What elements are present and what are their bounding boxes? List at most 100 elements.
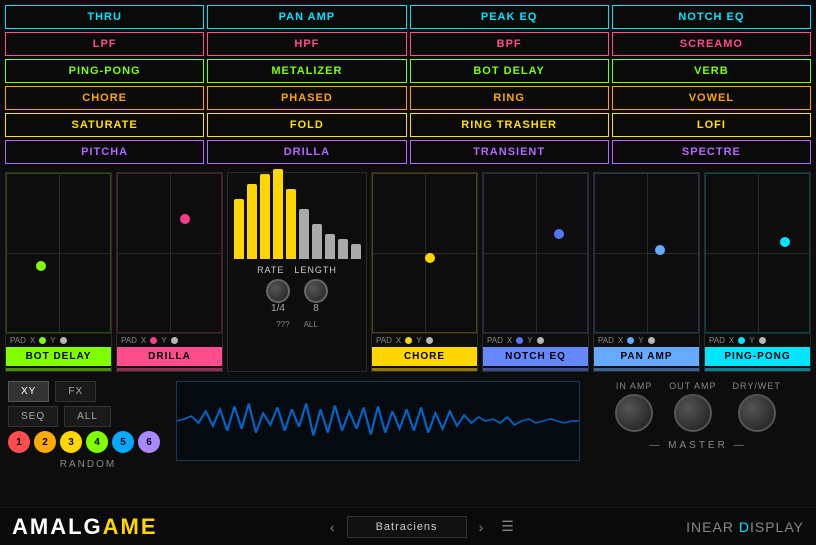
effect-btn-lpf[interactable]: LPF <box>5 32 204 56</box>
effect-btn-pan-amp[interactable]: PAN AMP <box>207 5 406 29</box>
effect-btn-vowel[interactable]: VOWEL <box>612 86 811 110</box>
seq-bar-3[interactable] <box>273 169 283 259</box>
menu-button[interactable]: ☰ <box>495 516 520 537</box>
pad-y-dot-4 <box>648 337 655 344</box>
num-btn-3[interactable]: 3 <box>60 431 82 453</box>
effect-btn-saturate[interactable]: SATURATE <box>5 113 204 137</box>
out-amp-knob[interactable] <box>674 394 712 432</box>
pad-x-label-1: X <box>141 336 146 345</box>
pad-label-bar-5[interactable]: PING-PONG <box>705 347 810 366</box>
seq-bar-2[interactable] <box>260 174 270 259</box>
pad-x-label-2: X <box>396 336 401 345</box>
pad-dot-0 <box>36 261 46 271</box>
pad-label-0: PAD <box>10 336 26 345</box>
master-section: IN AMP OUT AMP DRY/WET — MASTER — <box>588 381 808 451</box>
effect-btn-ring[interactable]: RING <box>410 86 609 110</box>
pad-xy-area-2[interactable] <box>372 173 477 333</box>
pad-label-bar-0[interactable]: BOT DELAY <box>6 347 111 366</box>
seq-bar-5[interactable] <box>299 209 309 259</box>
num-btn-4[interactable]: 4 <box>86 431 108 453</box>
seq-bar-8[interactable] <box>338 239 348 259</box>
out-amp-label: OUT AMP <box>669 381 716 391</box>
bottom-area: XY FX SEQ ALL 123456 RANDOM IN AMP OUT A… <box>0 377 816 507</box>
seq-button[interactable]: SEQ <box>8 406 58 427</box>
pad-y-dot-3 <box>537 337 544 344</box>
all-button[interactable]: ALL <box>64 406 111 427</box>
effect-btn-chore[interactable]: CHORE <box>5 86 204 110</box>
random-label: RANDOM <box>8 459 168 470</box>
brand-part2: AME <box>103 514 158 539</box>
effect-btn-screamo[interactable]: SCREAMO <box>612 32 811 56</box>
seq-bar-7[interactable] <box>325 234 335 259</box>
pad-xy-area-1[interactable] <box>117 173 222 333</box>
effect-btn-notch-eq[interactable]: NOTCH EQ <box>612 5 811 29</box>
preset-name[interactable]: Batraciens <box>347 516 467 538</box>
seq-bar-4[interactable] <box>286 189 296 259</box>
pad-y-label-1: Y <box>161 336 166 345</box>
rate-knob[interactable] <box>266 279 290 303</box>
effect-btn-ping-pong[interactable]: PING-PONG <box>5 59 204 83</box>
effect-btn-drilla[interactable]: DRILLA <box>207 140 406 164</box>
next-preset-button[interactable]: › <box>473 517 490 537</box>
effect-btn-phased[interactable]: PHASED <box>207 86 406 110</box>
seq-bar-9[interactable] <box>351 244 361 259</box>
pad-progress-5 <box>705 368 810 371</box>
master-label: — MASTER — <box>649 440 746 451</box>
pad-x-dot-4 <box>627 337 634 344</box>
mode-row-1: XY FX <box>8 381 168 402</box>
pad-xy-area-5[interactable] <box>705 173 810 333</box>
pad-footer-3: PAD X Y <box>483 333 588 347</box>
effect-btn-pitcha[interactable]: PITCHA <box>5 140 204 164</box>
effect-btn-verb[interactable]: VERB <box>612 59 811 83</box>
length-knob[interactable] <box>304 279 328 303</box>
brand-name: AMALGAME <box>12 514 158 540</box>
effect-btn-metalizer[interactable]: METALIZER <box>207 59 406 83</box>
pad-xy-area-4[interactable] <box>594 173 699 333</box>
dry-wet-group: DRY/WET <box>733 381 781 432</box>
pad-y-dot-2 <box>426 337 433 344</box>
effect-btn-lofi[interactable]: LOFI <box>612 113 811 137</box>
pad-y-dot-5 <box>759 337 766 344</box>
seq-bars <box>234 179 361 259</box>
pad-label-bar-4[interactable]: PAN AMP <box>594 347 699 366</box>
pad-dot-5 <box>780 237 790 247</box>
effect-btn-spectre[interactable]: SPECTRE <box>612 140 811 164</box>
num-btn-2[interactable]: 2 <box>34 431 56 453</box>
seq-bar-6[interactable] <box>312 224 322 259</box>
nav-center: ‹ Batraciens › ☰ <box>324 516 520 538</box>
seq-bar-1[interactable] <box>247 184 257 259</box>
effect-btn-hpf[interactable]: HPF <box>207 32 406 56</box>
seq-sub2: ALL <box>304 320 318 329</box>
prev-preset-button[interactable]: ‹ <box>324 517 341 537</box>
pad-progress-4 <box>594 368 699 371</box>
effect-btn-ring-trasher[interactable]: RING TRASHER <box>410 113 609 137</box>
num-btn-5[interactable]: 5 <box>112 431 134 453</box>
sequencer-slot: RATELENGTH1/48???ALL <box>227 172 367 372</box>
num-btn-6[interactable]: 6 <box>138 431 160 453</box>
dry-wet-knob[interactable] <box>738 394 776 432</box>
controls-left: XY FX SEQ ALL 123456 RANDOM <box>8 381 168 470</box>
pad-xy-area-3[interactable] <box>483 173 588 333</box>
seq-bar-0[interactable] <box>234 199 244 259</box>
pad-y-dot-0 <box>60 337 67 344</box>
pad-xy-area-0[interactable] <box>6 173 111 333</box>
inear-display: INEAR DISPLAY <box>686 519 804 535</box>
num-btn-1[interactable]: 1 <box>8 431 30 453</box>
length-knob-group: 8 <box>304 279 328 314</box>
pad-label-bar-1[interactable]: DRILLA <box>117 347 222 366</box>
effect-btn-thru[interactable]: THRU <box>5 5 204 29</box>
effect-btn-peak-eq[interactable]: PEAK EQ <box>410 5 609 29</box>
effect-btn-bpf[interactable]: BPF <box>410 32 609 56</box>
effect-btn-bot-delay[interactable]: BOT DELAY <box>410 59 609 83</box>
xy-button[interactable]: XY <box>8 381 49 402</box>
pad-label-bar-3[interactable]: NOTCH EQ <box>483 347 588 366</box>
pad-label-bar-2[interactable]: CHORE <box>372 347 477 366</box>
effect-btn-fold[interactable]: FOLD <box>207 113 406 137</box>
pad-y-label-0: Y <box>50 336 55 345</box>
pad-progress-1 <box>117 368 222 371</box>
fx-button[interactable]: FX <box>55 381 96 402</box>
brand-part1: AMALG <box>12 514 103 539</box>
pad-dot-4 <box>655 245 665 255</box>
in-amp-knob[interactable] <box>615 394 653 432</box>
effect-btn-transient[interactable]: TRANSIENT <box>410 140 609 164</box>
